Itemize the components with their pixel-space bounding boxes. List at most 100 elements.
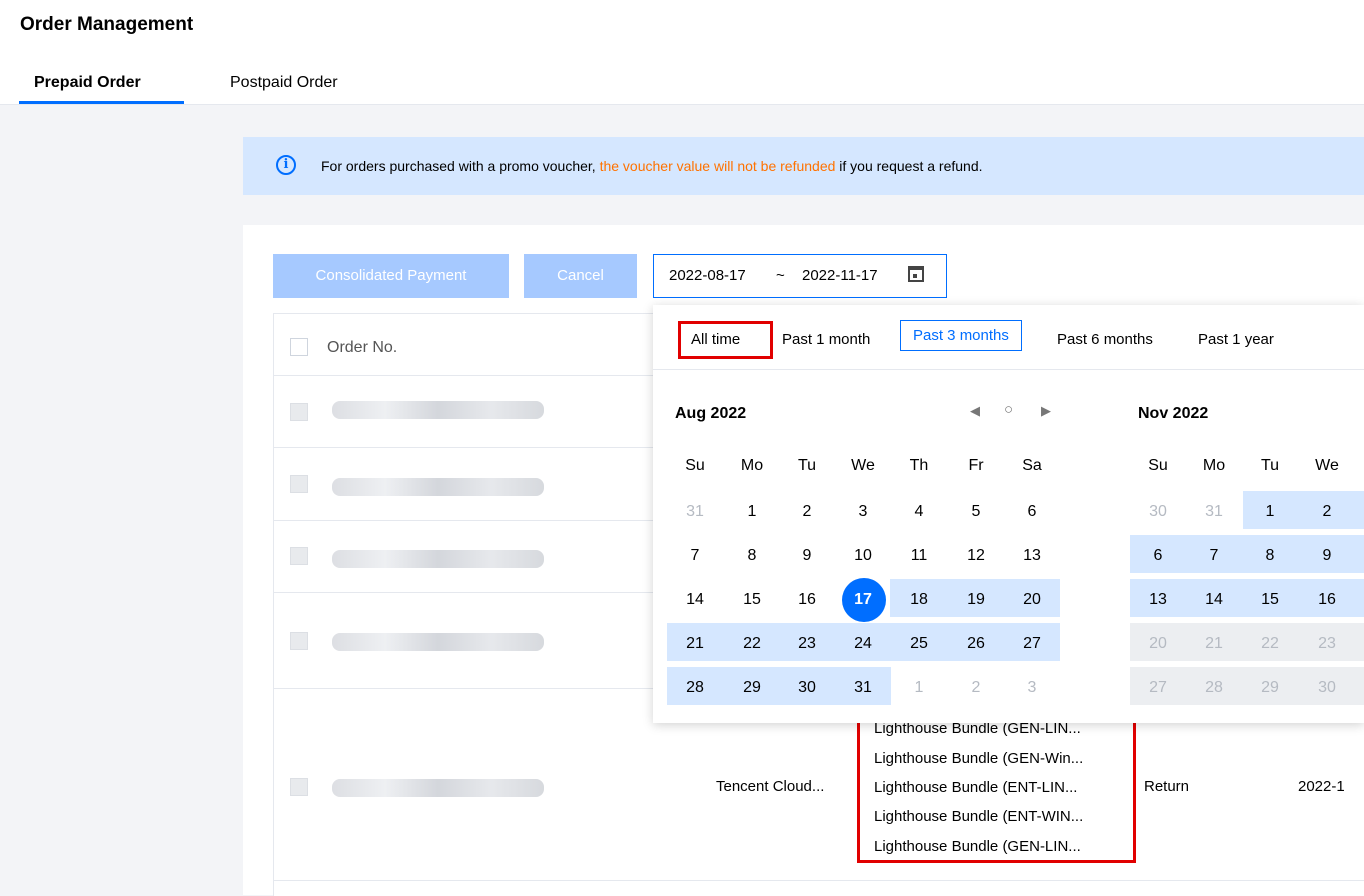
weekday-label: Su <box>1148 457 1168 474</box>
calendar-day[interactable]: 15 <box>728 590 776 610</box>
column-header-order-no: Order No. <box>327 339 398 356</box>
weekday-label: Fr <box>968 457 984 474</box>
popup-divider <box>653 369 1364 370</box>
order-type-cell: Return <box>1144 778 1190 795</box>
date-separator: ~ <box>776 267 785 284</box>
calendar-day[interactable]: 26 <box>952 634 1000 654</box>
calendar-day: 31 <box>686 503 704 520</box>
order-date-cell: 2022-1 <box>1298 778 1345 795</box>
calendar-day: 1 <box>914 679 924 696</box>
calendar-day[interactable]: 4 <box>895 502 943 522</box>
calendar-day: 23 <box>1318 635 1336 652</box>
order-number-redacted <box>332 550 544 568</box>
calendar-day[interactable]: 18 <box>895 590 943 610</box>
calendar-day[interactable]: 5 <box>952 502 1000 522</box>
calendar-day[interactable]: 11 <box>895 546 943 566</box>
calendar-day[interactable]: 30 <box>783 678 831 698</box>
row-checkbox[interactable] <box>290 547 308 565</box>
calendar-day: 31 <box>1205 503 1223 520</box>
calendar-day[interactable]: 2 <box>783 502 831 522</box>
calendar-day[interactable]: 14 <box>1190 590 1238 610</box>
month-label-left: Aug 2022 <box>675 405 747 422</box>
calendar-day[interactable]: 7 <box>671 546 719 566</box>
calendar-day[interactable]: 10 <box>839 546 887 566</box>
calendar-day[interactable]: 7 <box>1190 546 1238 566</box>
weekday-label: Tu <box>797 457 817 474</box>
quick-range-past-1-year[interactable]: Past 1 year <box>1198 331 1274 348</box>
calendar-day[interactable]: 23 <box>783 634 831 654</box>
calendar-day[interactable]: 19 <box>952 590 1000 610</box>
calendar-day[interactable]: 16 <box>783 590 831 610</box>
calendar-day: 28 <box>1205 679 1223 696</box>
weekday-label: Mo <box>1202 457 1226 474</box>
date-to: 2022-11-17 <box>802 267 878 284</box>
calendar-day[interactable]: 27 <box>1008 634 1056 654</box>
row-divider <box>273 880 1364 881</box>
row-divider <box>273 592 673 593</box>
annotation-box-all-time <box>678 321 773 359</box>
calendar-day[interactable]: 6 <box>1134 546 1182 566</box>
calendar-day[interactable]: 8 <box>728 546 776 566</box>
calendar-day[interactable]: 2 <box>1303 502 1351 522</box>
calendar-day: 3 <box>1027 679 1037 696</box>
calendar-day[interactable]: 20 <box>1008 590 1056 610</box>
calendar-day[interactable]: 1 <box>1246 502 1294 522</box>
notice-text: For orders purchased with a promo vouche… <box>321 158 983 174</box>
calendar-day[interactable]: 22 <box>728 634 776 654</box>
info-icon: i <box>276 155 296 175</box>
prev-month-icon[interactable]: ◀ <box>970 403 980 419</box>
calendar-day[interactable]: 24 <box>839 634 887 654</box>
calendar-day[interactable]: 29 <box>728 678 776 698</box>
tab-postpaid-order[interactable]: Postpaid Order <box>230 74 338 92</box>
calendar-day[interactable]: 14 <box>671 590 719 610</box>
order-number-redacted <box>332 401 544 419</box>
order-number-redacted <box>332 633 544 651</box>
row-checkbox[interactable] <box>290 632 308 650</box>
calendar-day[interactable]: 6 <box>1008 502 1056 522</box>
row-divider <box>273 447 673 448</box>
quick-range-past-6-months[interactable]: Past 6 months <box>1057 331 1153 348</box>
calendar-day-selected[interactable]: 17 <box>839 590 887 610</box>
cancel-button[interactable]: Cancel <box>524 254 637 298</box>
calendar-day[interactable]: 15 <box>1246 590 1294 610</box>
calendar-day[interactable]: 13 <box>1008 546 1056 566</box>
calendar-day: 30 <box>1318 679 1336 696</box>
select-all-checkbox[interactable] <box>290 338 308 356</box>
calendar-day[interactable]: 25 <box>895 634 943 654</box>
consolidated-payment-button[interactable]: Consolidated Payment <box>273 254 509 298</box>
date-range-picker[interactable]: 2022-08-17 ~ 2022-11-17 <box>653 254 947 298</box>
calendar-day: 21 <box>1205 635 1223 652</box>
calendar-day[interactable]: 8 <box>1246 546 1294 566</box>
next-month-icon[interactable]: ▶ <box>1041 403 1051 419</box>
calendar-day[interactable]: 1 <box>728 502 776 522</box>
quick-range-past-3-months[interactable]: Past 3 months <box>900 320 1022 351</box>
calendar-day[interactable]: 28 <box>671 678 719 698</box>
calendar-day[interactable]: 16 <box>1303 590 1351 610</box>
weekday-label: Tu <box>1260 457 1280 474</box>
weekday-label: Mo <box>740 457 764 474</box>
order-number-redacted <box>332 779 544 797</box>
calendar-day[interactable]: 9 <box>783 546 831 566</box>
calendar-day[interactable]: 21 <box>671 634 719 654</box>
calendar-day: 30 <box>1149 503 1167 520</box>
tab-prepaid-order[interactable]: Prepaid Order <box>34 74 141 92</box>
notice-text-warning: the voucher value will not be refunded <box>599 158 836 174</box>
calendar-day[interactable]: 31 <box>839 678 887 698</box>
calendar-day[interactable]: 3 <box>839 502 887 522</box>
calendar-day: 2 <box>971 679 981 696</box>
calendar-day: 27 <box>1149 679 1167 696</box>
order-number-redacted <box>332 478 544 496</box>
quick-range-past-1-month[interactable]: Past 1 month <box>782 331 870 348</box>
today-icon[interactable]: ○ <box>1004 401 1013 418</box>
calendar-icon[interactable] <box>908 266 924 282</box>
row-checkbox[interactable] <box>290 778 308 796</box>
row-checkbox[interactable] <box>290 475 308 493</box>
calendar-day[interactable]: 9 <box>1303 546 1351 566</box>
calendar-day: 20 <box>1149 635 1167 652</box>
calendar-day[interactable]: 12 <box>952 546 1000 566</box>
header-bar <box>0 0 1364 105</box>
calendar-day: 29 <box>1261 679 1279 696</box>
weekday-label: Sa <box>1022 457 1042 474</box>
calendar-day[interactable]: 13 <box>1134 590 1182 610</box>
row-checkbox[interactable] <box>290 403 308 421</box>
